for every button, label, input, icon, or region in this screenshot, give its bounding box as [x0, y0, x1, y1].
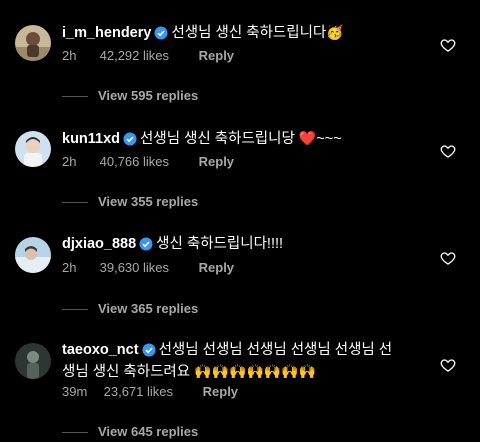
- comment-meta: 2h 40,766 likes Reply: [62, 152, 234, 172]
- heart-outline-icon[interactable]: [440, 37, 456, 53]
- comment-suffix: ~~~: [316, 131, 342, 147]
- red-heart-emoji: ❤️: [298, 130, 317, 146]
- party-face-emoji: 🥳: [326, 24, 344, 40]
- username[interactable]: kun11xd: [62, 131, 120, 147]
- view-replies-button[interactable]: View 595 replies: [62, 86, 198, 106]
- view-replies-label: View 595 replies: [98, 88, 199, 103]
- comment-text-line2: 생님 생신 축하드려요 🙌🙌🙌🙌🙌🙌🙌: [62, 360, 432, 383]
- comment-body: 선생님 생신 축하드립니당: [140, 131, 295, 147]
- replies-divider: [62, 202, 88, 204]
- replies-divider: [62, 432, 88, 434]
- username[interactable]: taeoxo_nct: [62, 342, 139, 358]
- heart-outline-icon[interactable]: [440, 143, 456, 159]
- view-replies-button[interactable]: View 365 replies: [62, 299, 198, 319]
- comment-body: 생신 축하드립니다!!!!: [156, 236, 284, 252]
- reply-button[interactable]: Reply: [199, 258, 234, 278]
- username[interactable]: i_m_hendery: [62, 25, 151, 41]
- comment-body: 선생님 생신 축하드립니다: [171, 25, 327, 41]
- replies-divider: [62, 309, 88, 311]
- avatar[interactable]: [15, 131, 51, 167]
- verified-badge-icon: [142, 343, 156, 357]
- avatar[interactable]: [15, 237, 51, 273]
- replies-divider: [62, 96, 88, 98]
- raising-hands-emoji: 🙌🙌🙌🙌🙌🙌🙌: [194, 363, 317, 379]
- likes-count[interactable]: 23,671 likes: [104, 382, 173, 402]
- comment-text: taeoxo_nct 선생님 선생님 선생님 선생님 선생님 선: [62, 339, 432, 361]
- view-replies-label: View 355 replies: [98, 194, 199, 209]
- comment-meta: 2h 39,630 likes Reply: [62, 258, 234, 278]
- comment-text: kun11xd 선생님 생신 축하드립니당 ❤️~~~: [62, 127, 432, 150]
- view-replies-button[interactable]: View 645 replies: [62, 422, 198, 442]
- likes-count[interactable]: 42,292 likes: [100, 46, 169, 66]
- reply-button[interactable]: Reply: [199, 46, 234, 66]
- comment-body: 선생님 선생님 선생님 선생님 선생님 선: [158, 342, 393, 358]
- comment-text: i_m_hendery 선생님 생신 축하드립니다🥳: [62, 21, 432, 44]
- comment-body-continued: 생님 생신 축하드려요: [62, 364, 191, 380]
- heart-outline-icon[interactable]: [440, 250, 456, 266]
- view-replies-button[interactable]: View 355 replies: [62, 192, 198, 212]
- timestamp: 2h: [62, 154, 77, 169]
- likes-count[interactable]: 39,630 likes: [100, 258, 169, 278]
- comment-text: djxiao_888 생신 축하드립니다!!!!: [62, 233, 432, 255]
- likes-count[interactable]: 40,766 likes: [100, 152, 169, 172]
- comment-meta: 39m 23,671 likes Reply: [62, 382, 238, 402]
- reply-button[interactable]: Reply: [199, 152, 234, 172]
- avatar[interactable]: [15, 25, 51, 61]
- verified-badge-icon: [139, 237, 153, 251]
- verified-badge-icon: [154, 26, 168, 40]
- reply-button[interactable]: Reply: [203, 382, 238, 402]
- timestamp: 2h: [62, 48, 77, 63]
- avatar[interactable]: [15, 343, 51, 379]
- verified-badge-icon: [123, 132, 137, 146]
- heart-outline-icon[interactable]: [440, 357, 456, 373]
- timestamp: 39m: [62, 384, 88, 399]
- username[interactable]: djxiao_888: [62, 236, 136, 252]
- view-replies-label: View 365 replies: [98, 301, 199, 316]
- timestamp: 2h: [62, 260, 77, 275]
- comment-meta: 2h 42,292 likes Reply: [62, 46, 234, 66]
